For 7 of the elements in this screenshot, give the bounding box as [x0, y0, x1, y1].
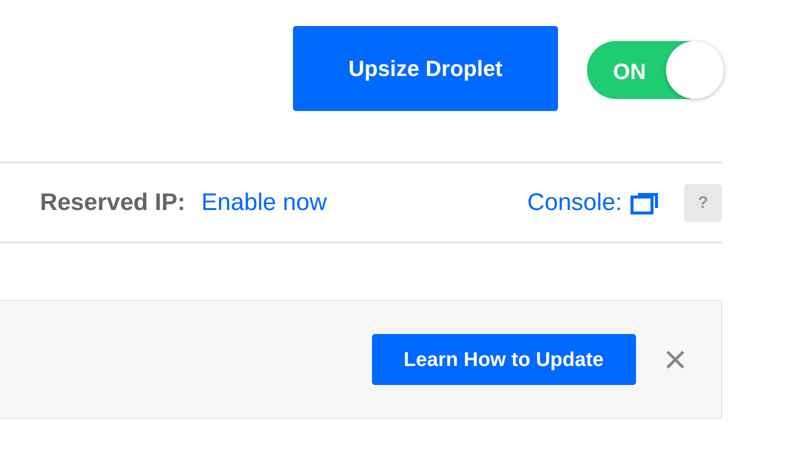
window-icon	[630, 190, 660, 214]
enable-now-link[interactable]: Enable now	[201, 184, 327, 220]
reserved-ip-label: Reserved IP:	[40, 188, 186, 218]
upsize-droplet-button[interactable]: Upsize Droplet	[293, 26, 558, 111]
learn-how-to-update-button[interactable]: Learn How to Update	[372, 334, 636, 385]
close-button[interactable]: ×	[660, 340, 691, 380]
console-link[interactable]: Console:	[527, 184, 660, 220]
